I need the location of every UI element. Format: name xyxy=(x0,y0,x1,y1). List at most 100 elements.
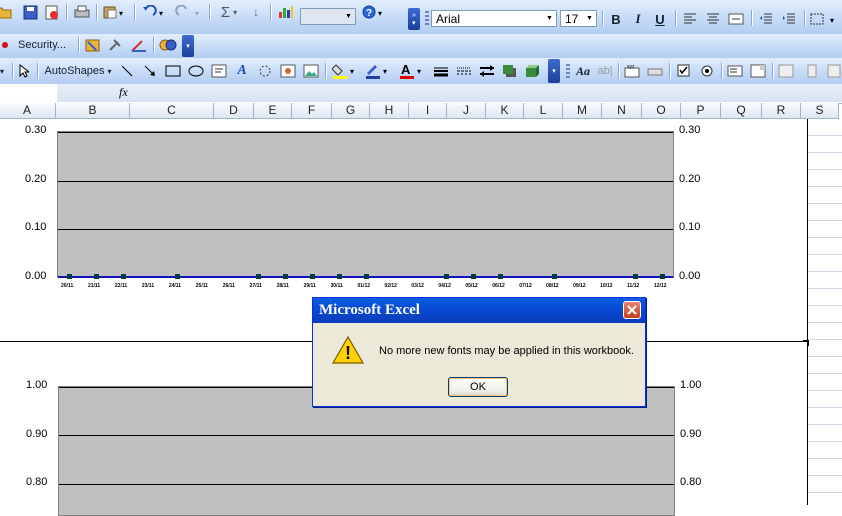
clip-art-icon[interactable] xyxy=(278,62,298,80)
font-name-combo[interactable]: Arial ▼ xyxy=(431,10,557,27)
ok-button[interactable]: OK xyxy=(448,377,508,397)
column-header-n[interactable]: N xyxy=(602,103,642,119)
combo-box-icon[interactable] xyxy=(748,62,768,80)
script-editor-icon[interactable] xyxy=(158,36,178,54)
separator xyxy=(270,4,272,20)
control-toolbox-icon[interactable] xyxy=(107,36,125,54)
line-color-icon[interactable]: ▾ xyxy=(363,62,393,80)
column-header-e[interactable]: E xyxy=(254,103,292,119)
list-box-icon[interactable] xyxy=(725,62,745,80)
visual-basic-editor-icon[interactable] xyxy=(84,36,102,54)
column-header-c[interactable]: C xyxy=(130,103,214,119)
align-left-icon[interactable] xyxy=(681,10,699,28)
diagram-icon[interactable] xyxy=(255,62,275,80)
column-header-o[interactable]: O xyxy=(642,103,681,119)
arrow-icon[interactable] xyxy=(141,62,159,80)
paste-icon[interactable]: ▾ xyxy=(100,3,128,21)
column-header-r[interactable]: R xyxy=(762,103,801,119)
merge-center-icon[interactable] xyxy=(727,10,745,28)
help-icon[interactable]: ? ▾ xyxy=(360,3,388,21)
security-button[interactable]: Security... xyxy=(2,36,74,54)
toolbar-grip[interactable] xyxy=(566,64,570,78)
wordart-icon[interactable]: A xyxy=(232,62,252,80)
spinner-icon[interactable] xyxy=(826,62,842,80)
text-box-icon[interactable] xyxy=(209,62,229,80)
column-header-q[interactable]: Q xyxy=(721,103,762,119)
svg-text:xyz: xyz xyxy=(627,64,635,70)
draw-menu-arrow-icon[interactable]: ▾ xyxy=(0,62,8,80)
fill-color-icon[interactable]: ▾ xyxy=(330,62,360,80)
data-point xyxy=(282,274,288,279)
rectangle-icon[interactable] xyxy=(163,62,183,80)
open-icon[interactable] xyxy=(0,3,14,21)
group-box-icon[interactable] xyxy=(645,62,665,80)
3d-style-icon[interactable] xyxy=(523,62,543,80)
label-icon[interactable]: ab| xyxy=(595,62,615,80)
oval-icon[interactable] xyxy=(186,62,206,80)
toolbar-grip[interactable] xyxy=(425,11,429,25)
column-header-a[interactable]: A xyxy=(0,103,56,119)
redo-icon[interactable]: ▾ xyxy=(173,3,205,21)
sheet-grid[interactable] xyxy=(807,119,842,505)
column-header-i[interactable]: I xyxy=(409,103,447,119)
chart-wizard-icon[interactable] xyxy=(276,3,296,21)
plot-area[interactable] xyxy=(57,131,674,279)
save-icon[interactable] xyxy=(20,3,40,21)
chevron-down-icon[interactable]: ▼ xyxy=(584,12,595,25)
arrow-style-icon[interactable] xyxy=(477,62,497,80)
shadow-style-icon[interactable] xyxy=(500,62,520,80)
font-size-combo[interactable]: 17 ▼ xyxy=(560,10,597,27)
column-header-b[interactable]: B xyxy=(56,103,130,119)
align-center-icon[interactable] xyxy=(704,10,722,28)
chevron-down-icon[interactable]: ▼ xyxy=(343,10,354,23)
autoshapes-menu[interactable]: AutoShapes ▾ xyxy=(42,62,114,80)
column-header-d[interactable]: D xyxy=(214,103,254,119)
borders-icon[interactable]: ▾ xyxy=(808,10,840,28)
column-header-m[interactable]: M xyxy=(563,103,602,119)
toolbar-options-icon[interactable]: » ▾ xyxy=(408,8,420,30)
y-tick-label-left: 0.10 xyxy=(25,221,47,234)
drawing-toolbar: ▾ AutoShapes ▾ A ▾ ▾ A ▾ ▾ Aa ab| xyz xyxy=(0,58,842,85)
edit-box-icon[interactable]: xyz xyxy=(622,62,642,80)
option-button-icon[interactable] xyxy=(697,62,717,80)
checkbox-icon[interactable] xyxy=(674,62,694,80)
scroll-bar-icon[interactable] xyxy=(802,62,822,80)
design-mode-icon[interactable] xyxy=(130,36,148,54)
column-header-l[interactable]: L xyxy=(524,103,563,119)
column-header-h[interactable]: H xyxy=(370,103,409,119)
close-button[interactable] xyxy=(623,301,641,319)
autosum-button[interactable]: Σ ▾ xyxy=(214,3,244,21)
toolbar-options-icon[interactable]: ▾ xyxy=(182,35,194,57)
line-icon[interactable] xyxy=(118,62,136,80)
format-text-icon[interactable]: Aa xyxy=(573,62,593,80)
font-color-icon[interactable]: A ▾ xyxy=(397,62,427,80)
combo-list-edit-icon[interactable] xyxy=(776,62,796,80)
line-style-icon[interactable] xyxy=(431,62,451,80)
svg-text:▾: ▾ xyxy=(378,9,382,18)
column-header-k[interactable]: K xyxy=(486,103,524,119)
italic-button[interactable]: I xyxy=(629,10,647,28)
toolbar-options-icon[interactable]: ▾ xyxy=(548,59,560,83)
data-point xyxy=(660,274,665,279)
fx-icon[interactable]: fx xyxy=(119,85,128,100)
select-objects-icon[interactable] xyxy=(16,62,32,80)
picture-icon[interactable] xyxy=(301,62,321,80)
zoom-combo[interactable]: ▼ xyxy=(300,8,356,25)
increase-indent-icon[interactable] xyxy=(780,10,798,28)
bold-button[interactable]: B xyxy=(607,10,625,28)
dialog-title-bar[interactable]: Microsoft Excel xyxy=(313,298,645,323)
undo-icon[interactable]: ▾ xyxy=(139,3,169,21)
column-header-p[interactable]: P xyxy=(681,103,721,119)
column-header-f[interactable]: F xyxy=(292,103,332,119)
underline-button[interactable]: U xyxy=(651,10,669,28)
column-header-j[interactable]: J xyxy=(447,103,486,119)
sort-ascending-icon[interactable]: ↓ xyxy=(246,3,266,21)
column-header-s[interactable]: S xyxy=(801,103,839,119)
chevron-down-icon[interactable]: ▼ xyxy=(544,12,555,25)
dash-style-icon[interactable] xyxy=(454,62,474,80)
permission-icon[interactable] xyxy=(42,3,62,21)
print-icon[interactable] xyxy=(72,3,92,21)
column-header-g[interactable]: G xyxy=(332,103,370,119)
decrease-indent-icon[interactable] xyxy=(757,10,775,28)
formula-area[interactable]: fx xyxy=(57,84,842,102)
